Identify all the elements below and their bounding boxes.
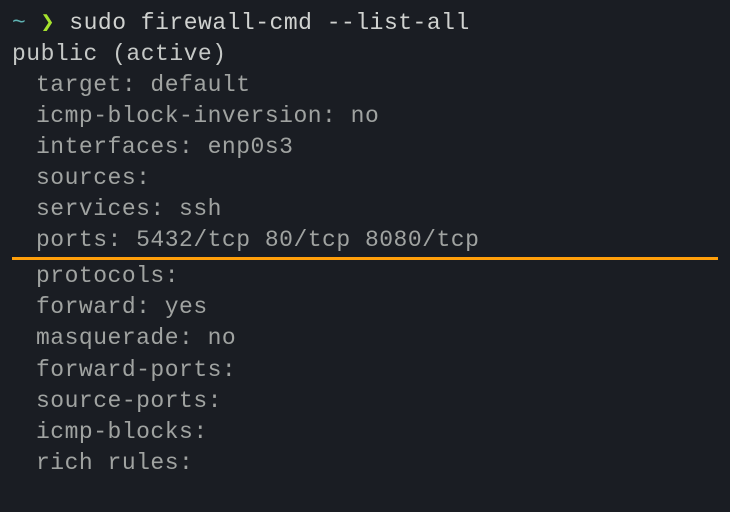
output-field-icmp-block-inversion: icmp-block-inversion: no (12, 101, 718, 132)
output-field-source-ports: source-ports: (12, 386, 718, 417)
output-field-interfaces: interfaces: enp0s3 (12, 132, 718, 163)
command-text: sudo firewall-cmd --list-all (69, 10, 469, 36)
output-field-forward: forward: yes (12, 292, 718, 323)
output-field-target: target: default (12, 70, 718, 101)
output-field-sources: sources: (12, 163, 718, 194)
output-field-icmp-blocks: icmp-blocks: (12, 417, 718, 448)
prompt-chevron-icon: ❯ (41, 10, 55, 36)
terminal-prompt-line[interactable]: ~ ❯ sudo firewall-cmd --list-all (12, 8, 718, 39)
output-field-forward-ports: forward-ports: (12, 355, 718, 386)
output-field-services: services: ssh (12, 194, 718, 225)
output-field-ports: ports: 5432/tcp 80/tcp 8080/tcp (12, 225, 718, 256)
output-field-protocols: protocols: (12, 261, 718, 292)
prompt-cwd: ~ (12, 10, 26, 36)
output-zone: public (active) (12, 39, 718, 70)
output-field-masquerade: masquerade: no (12, 323, 718, 354)
highlight-underline (12, 257, 718, 260)
output-field-rich-rules: rich rules: (12, 448, 718, 479)
